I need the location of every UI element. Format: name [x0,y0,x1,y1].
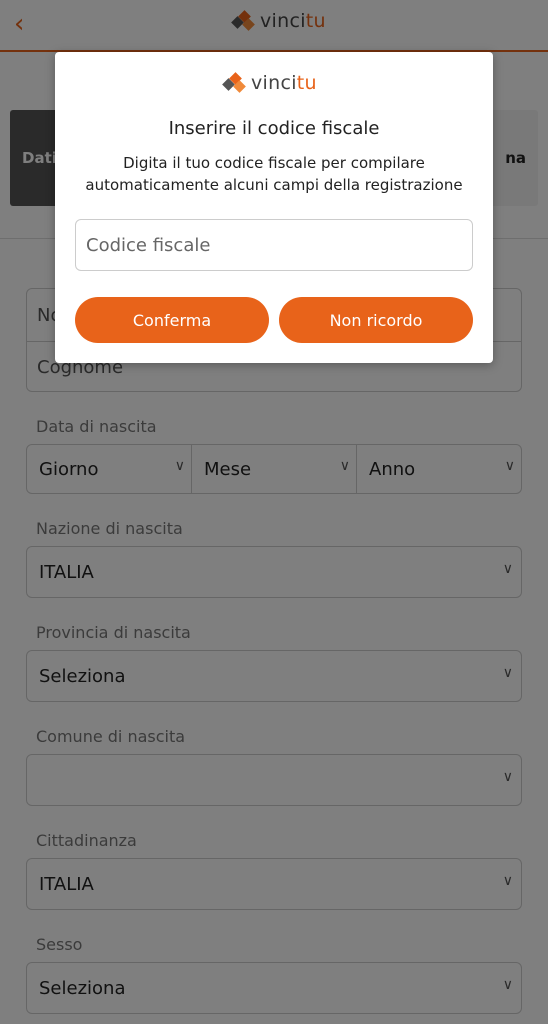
logo-wordmark: vincitu [251,72,317,94]
modal-title: Inserire il codice fiscale [168,118,380,139]
logo-mark-icon [222,72,247,93]
forgot-button[interactable]: Non ricordo [279,297,473,343]
fiscal-code-modal: vincitu Inserire il codice fiscale Digit… [55,52,493,363]
modal-description: Digita il tuo codice fiscale per compila… [85,154,463,194]
confirm-button[interactable]: Conferma [75,297,269,343]
modal-brand-logo: vincitu [222,72,317,94]
fiscal-code-input[interactable] [75,219,473,271]
